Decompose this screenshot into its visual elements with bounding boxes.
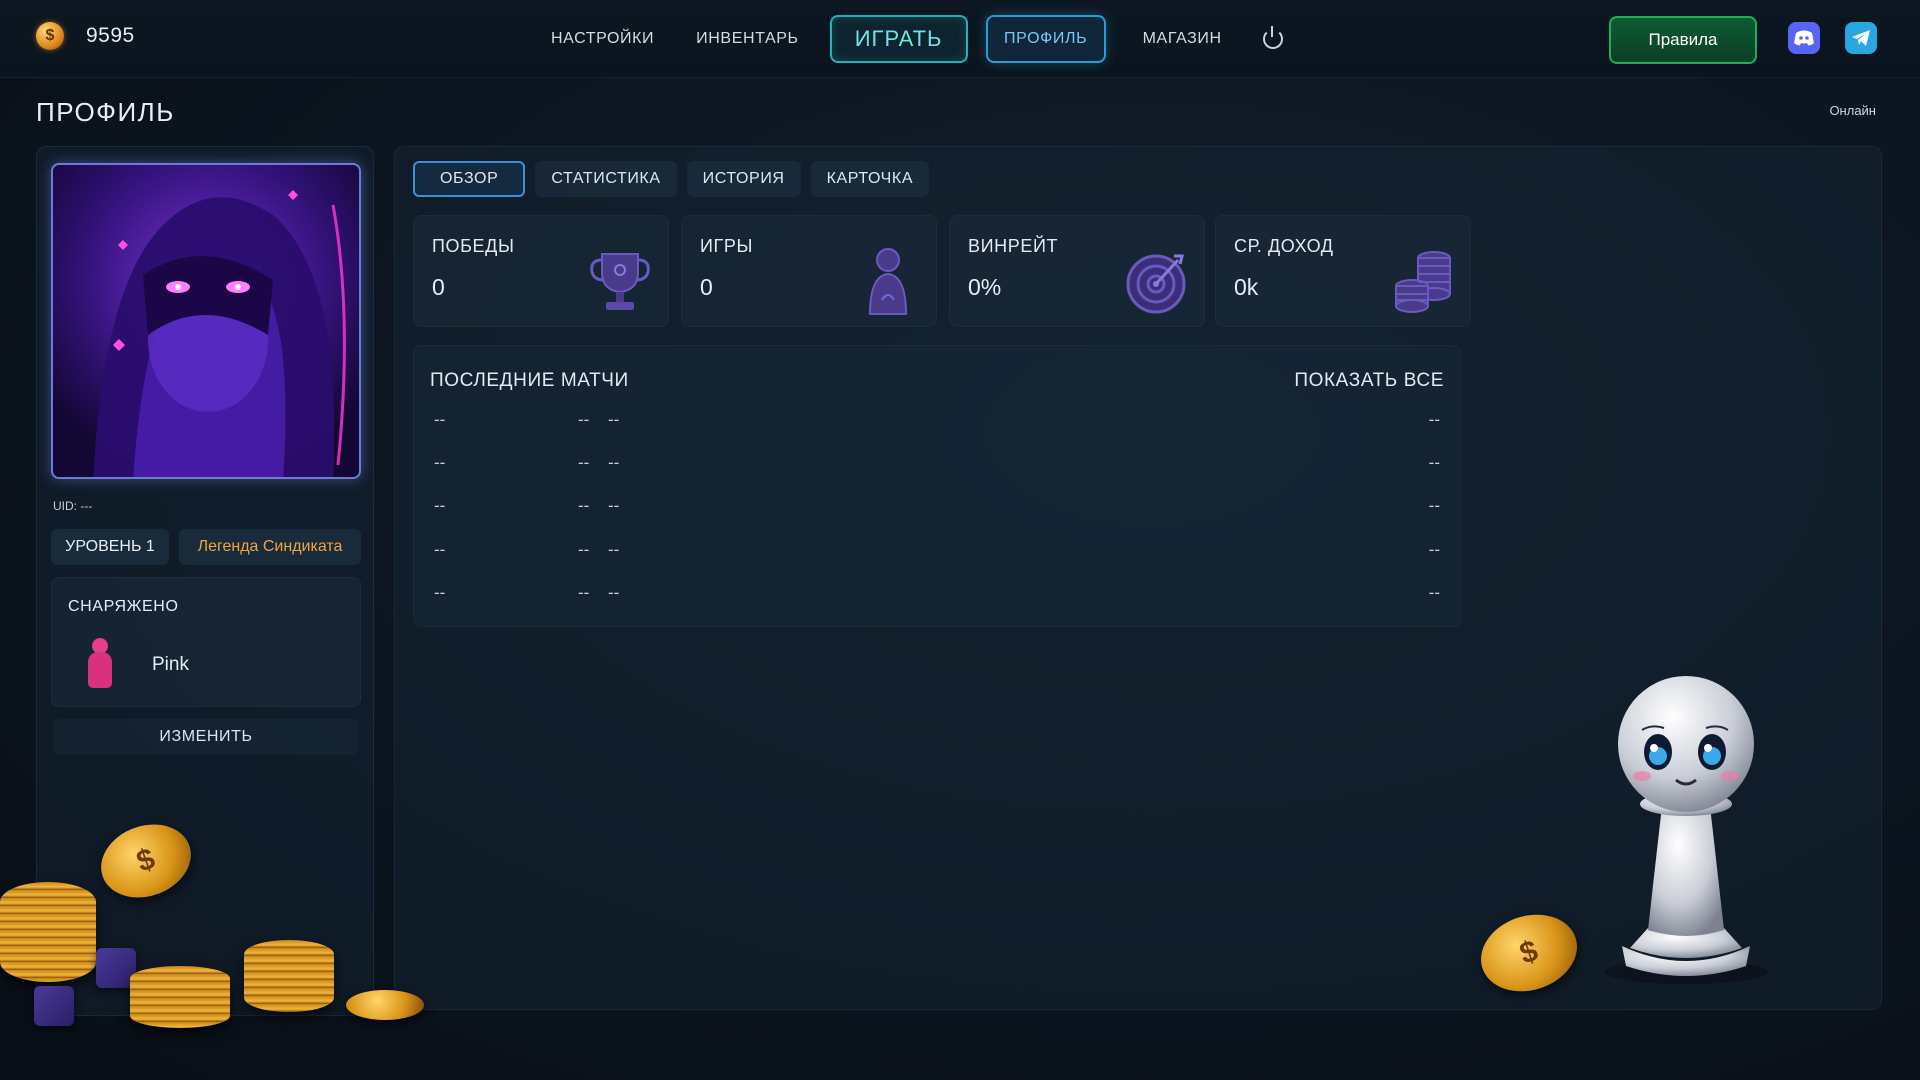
- match-cell: --: [578, 540, 590, 559]
- uid-label: UID: ---: [53, 499, 93, 513]
- level-badge: УРОВЕНЬ 1: [51, 529, 169, 565]
- match-cell: --: [1428, 410, 1440, 429]
- match-cell: --: [608, 453, 620, 472]
- pawn-icon: [88, 638, 112, 688]
- equipped-item-name: Pink: [152, 654, 189, 675]
- match-cell: --: [578, 410, 590, 429]
- online-status: Онлайн: [1829, 103, 1876, 118]
- match-cell: --: [434, 410, 446, 429]
- recent-matches-title: ПОСЛЕДНИЕ МАТЧИ: [430, 370, 629, 391]
- rank-title-badge: Легенда Синдиката: [179, 529, 361, 565]
- stat-label: ВИНРЕЙТ: [968, 236, 1059, 256]
- stat-value: 0: [432, 274, 445, 300]
- stat-card-wins: ПОБЕДЫ 0: [413, 215, 669, 327]
- coin-balance: $ 9595: [36, 22, 135, 50]
- match-cell: --: [1428, 496, 1440, 515]
- match-row: -- -- -- --: [414, 540, 1460, 570]
- avatar[interactable]: [51, 163, 361, 479]
- nav-profile[interactable]: ПРОФИЛЬ: [985, 15, 1106, 63]
- match-row: -- -- -- --: [414, 410, 1460, 440]
- tab-card[interactable]: КАРТОЧКА: [810, 161, 930, 197]
- stat-value: 0: [700, 274, 713, 300]
- match-cell: --: [608, 583, 620, 602]
- coins-icon: [1395, 251, 1451, 313]
- match-cell: --: [434, 496, 446, 515]
- profile-sidebar: UID: --- УРОВЕНЬ 1 Легенда Синдиката СНА…: [36, 146, 374, 1016]
- stat-card-games: ИГРЫ 0: [681, 215, 937, 327]
- match-cell: --: [608, 496, 620, 515]
- match-row: -- -- -- --: [414, 496, 1460, 526]
- rules-button[interactable]: Правила: [1609, 16, 1757, 64]
- page-title: ПРОФИЛЬ: [36, 97, 175, 127]
- match-cell: --: [578, 453, 590, 472]
- match-cell: --: [578, 496, 590, 515]
- match-cell: --: [434, 583, 446, 602]
- stat-card-income: СР. ДОХОД 0k: [1215, 215, 1471, 327]
- match-cell: --: [1428, 540, 1440, 559]
- nav-shop[interactable]: МАГАЗИН: [1122, 15, 1243, 63]
- tab-overview[interactable]: ОБЗОР: [413, 161, 526, 197]
- show-all-link[interactable]: ПОКАЗАТЬ ВСЕ: [1294, 370, 1444, 392]
- equipped-section: СНАРЯЖЕНО Pink: [51, 577, 361, 707]
- match-cell: --: [578, 583, 590, 602]
- match-cell: --: [608, 540, 620, 559]
- nav-inventory[interactable]: ИНВЕНТАРЬ: [675, 15, 819, 63]
- match-cell: --: [1428, 453, 1440, 472]
- stat-label: ПОБЕДЫ: [432, 236, 515, 256]
- match-cell: --: [1428, 583, 1440, 602]
- match-cell: --: [434, 540, 446, 559]
- top-bar: $ 9595 НАСТРОЙКИ ИНВЕНТАРЬ ИГРАТЬ ПРОФИЛ…: [0, 0, 1920, 78]
- stat-label: ИГРЫ: [700, 236, 754, 256]
- main-nav: НАСТРОЙКИ ИНВЕНТАРЬ ИГРАТЬ ПРОФИЛЬ МАГАЗ…: [530, 15, 1283, 63]
- power-icon[interactable]: [1262, 26, 1283, 49]
- balance-value: 9595: [86, 24, 135, 47]
- coin-stack-decoration: [244, 940, 334, 1012]
- play-button[interactable]: ИГРАТЬ: [829, 15, 968, 63]
- trophy-icon: [590, 253, 650, 310]
- tab-statistics[interactable]: СТАТИСТИКА: [535, 161, 677, 197]
- equipped-title: СНАРЯЖЕНО: [68, 598, 179, 615]
- stat-card-winrate: ВИНРЕЙТ 0%: [949, 215, 1205, 327]
- pawn-mascot-decoration: [1604, 676, 1768, 984]
- gold-coin-decoration: [346, 990, 424, 1020]
- coin-icon: $: [36, 22, 64, 50]
- player-icon: [868, 248, 908, 315]
- coin-stack-decoration: [130, 966, 230, 1028]
- profile-tabs: ОБЗОР СТАТИСТИКА ИСТОРИЯ КАРТОЧКА: [413, 161, 930, 197]
- nav-settings[interactable]: НАСТРОЙКИ: [530, 15, 675, 63]
- telegram-icon[interactable]: [1845, 22, 1877, 54]
- dice-decoration: [34, 986, 74, 1026]
- stat-value: 0%: [968, 274, 1002, 300]
- stat-label: СР. ДОХОД: [1234, 236, 1334, 256]
- target-icon: [1126, 254, 1186, 314]
- tab-history[interactable]: ИСТОРИЯ: [686, 161, 801, 197]
- discord-icon[interactable]: [1788, 22, 1820, 54]
- match-cell: --: [434, 453, 446, 472]
- change-button[interactable]: ИЗМЕНИТЬ: [53, 719, 359, 755]
- coin-stack-decoration: [0, 882, 96, 982]
- match-row: -- -- -- --: [414, 453, 1460, 483]
- match-row: -- -- -- --: [414, 583, 1460, 613]
- match-cell: --: [608, 410, 620, 429]
- stat-value: 0k: [1234, 274, 1259, 300]
- recent-matches: ПОСЛЕДНИЕ МАТЧИ ПОКАЗАТЬ ВСЕ -- -- -- --…: [413, 345, 1461, 627]
